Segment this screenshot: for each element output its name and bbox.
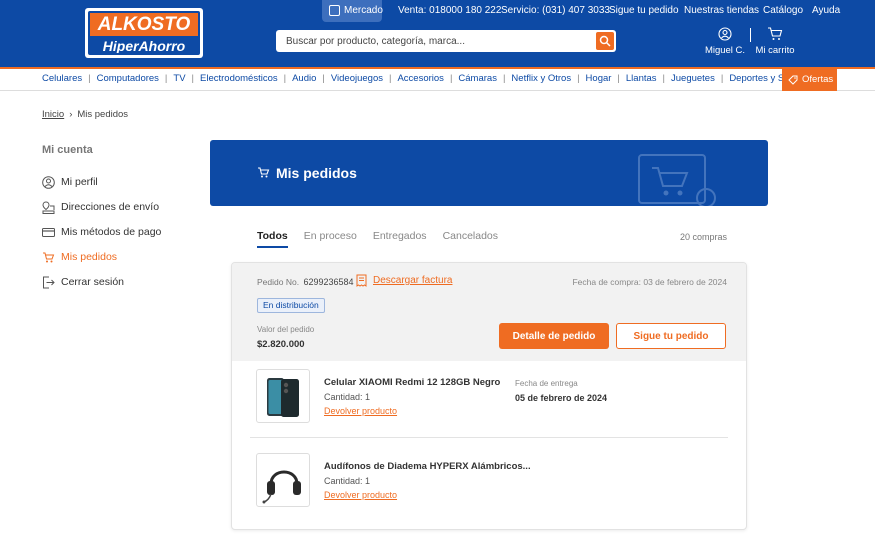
sidebar-item-label: Mi perfil <box>61 176 98 188</box>
delivery-date: 05 de febrero de 2024 <box>515 393 608 403</box>
sidebar-item-label: Cerrar sesión <box>61 276 125 288</box>
sidebar-item-label: Mis pedidos <box>61 251 118 263</box>
order-number: Pedido No. 6299236584 <box>257 277 354 287</box>
credit-card-icon <box>42 227 55 237</box>
category-computadores[interactable]: Computadores <box>97 73 159 84</box>
product-divider <box>250 437 728 438</box>
order-tabs: Todos En proceso Entregados Cancelados <box>257 230 514 248</box>
breadcrumb-current: Mis pedidos <box>77 109 129 120</box>
user-account-button[interactable]: Miguel C. <box>700 27 750 56</box>
category-llantas[interactable]: Llantas <box>626 73 657 84</box>
top-link-track-order[interactable]: Sigue tu pedido <box>609 0 679 22</box>
headphones-image-icon <box>262 470 301 504</box>
category-hogar[interactable]: Hogar <box>586 73 612 84</box>
top-link-catalog[interactable]: Catálogo <box>763 0 803 22</box>
mercado-tab[interactable]: Mercado <box>322 0 383 22</box>
breadcrumb: Inicio › Mis pedidos <box>42 109 128 120</box>
cart-illustration-icon <box>638 154 716 206</box>
download-invoice-label: Descargar factura <box>373 275 453 286</box>
mercado-label: Mercado <box>344 5 383 16</box>
order-number-value: 6299236584 <box>303 277 354 287</box>
top-link-sales-phone[interactable]: Venta: 018000 180 222 <box>398 0 501 22</box>
search-button[interactable] <box>596 32 614 50</box>
sidebar-title: Mi cuenta <box>42 144 93 156</box>
tag-icon <box>788 75 798 85</box>
orders-banner: Mis pedidos <box>210 140 768 206</box>
download-invoice-link[interactable]: Descargar factura <box>356 274 452 287</box>
order-detail-button[interactable]: Detalle de pedido <box>499 323 609 349</box>
order-number-label: Pedido No. <box>257 277 300 287</box>
purchase-date: Fecha de compra: 03 de febrero de 2024 <box>572 277 727 287</box>
top-link-stores[interactable]: Nuestras tiendas <box>684 0 759 22</box>
orders-icon <box>258 167 270 178</box>
return-product-link[interactable]: Devolver producto <box>324 406 397 416</box>
sidebar-item-addresses[interactable]: Direcciones de envío <box>42 198 192 216</box>
product-quantity: Cantidad: 1 <box>324 476 371 486</box>
product-image-headphones[interactable] <box>256 453 310 507</box>
search-input[interactable] <box>276 30 586 52</box>
top-header: ALKOSTO HiperAhorro Mercado Venta: 01800… <box>0 0 875 67</box>
category-jueguetes[interactable]: Jueguetes <box>671 73 715 84</box>
cart-label: Mi carrito <box>755 45 795 56</box>
order-card: Pedido No. 6299236584 Descargar factura … <box>231 262 747 530</box>
logout-icon <box>43 276 55 288</box>
order-card-header: Pedido No. 6299236584 Descargar factura … <box>232 263 746 361</box>
category-accesorios[interactable]: Accesorios <box>397 73 443 84</box>
sidebar-item-logout[interactable]: Cerrar sesión <box>42 273 192 291</box>
category-audio[interactable]: Audio <box>292 73 316 84</box>
user-name: Miguel C. <box>704 45 746 56</box>
category-celulares[interactable]: Celulares <box>42 73 82 84</box>
logo-top-text: ALKOSTO <box>90 13 198 36</box>
category-camaras[interactable]: Cámaras <box>458 73 497 84</box>
store-icon <box>329 5 340 16</box>
return-product-link[interactable]: Devolver producto <box>324 490 397 500</box>
top-link-help[interactable]: Ayuda <box>812 0 840 22</box>
order-value: $2.820.000 <box>257 339 305 350</box>
user-icon <box>42 175 55 189</box>
user-icon <box>718 27 732 41</box>
tab-cancelled[interactable]: Cancelados <box>443 230 498 248</box>
category-videojuegos[interactable]: Videojuegos <box>331 73 383 84</box>
invoice-icon <box>356 274 367 287</box>
ofertas-button[interactable]: Ofertas <box>782 69 837 91</box>
category-netflix[interactable]: Netflix y Otros <box>511 73 571 84</box>
sidebar-item-payment-methods[interactable]: Mis métodos de pago <box>42 223 192 241</box>
product-quantity: Cantidad: 1 <box>324 392 371 402</box>
logo-bottom-text: HiperAhorro <box>90 36 198 53</box>
sidebar-item-profile[interactable]: Mi perfil <box>42 173 192 191</box>
delivery-date-label: Fecha de entrega <box>515 379 578 388</box>
search-bar <box>276 30 616 52</box>
order-value-label: Valor del pedido <box>257 325 315 334</box>
cart-button[interactable]: Mi carrito <box>750 27 800 56</box>
sidebar-item-orders[interactable]: Mis pedidos <box>42 248 192 266</box>
tab-delivered[interactable]: Entregados <box>373 230 427 248</box>
order-product-item: Audífonos de Diadema HYPERX Alámbricos..… <box>232 445 746 525</box>
breadcrumb-separator: › <box>69 109 73 120</box>
category-tv[interactable]: TV <box>173 73 185 84</box>
order-product-item: Celular XIAOMI Redmi 12 128GB Negro Cant… <box>232 361 746 441</box>
tab-all[interactable]: Todos <box>257 230 288 248</box>
category-nav: Celulares | Computadores | TV | Electrodomé… <box>0 67 875 91</box>
page-title: Mis pedidos <box>276 165 357 181</box>
ofertas-label: Ofertas <box>802 74 834 85</box>
category-electrodomesticos[interactable]: Electrodomésticos <box>200 73 278 84</box>
status-badge: En distribución <box>257 298 325 313</box>
phone-image-icon <box>267 378 299 417</box>
map-pin-icon <box>42 200 55 214</box>
cart-icon <box>768 27 783 40</box>
top-link-service-phone[interactable]: Servicio: (031) 407 3033 <box>501 0 610 22</box>
track-order-button[interactable]: Sigue tu pedido <box>616 323 726 349</box>
breadcrumb-home[interactable]: Inicio <box>42 109 64 120</box>
product-name[interactable]: Audífonos de Diadema HYPERX Alámbricos..… <box>324 461 531 472</box>
search-icon <box>599 35 611 47</box>
product-name[interactable]: Celular XIAOMI Redmi 12 128GB Negro <box>324 377 500 388</box>
sidebar-item-label: Mis métodos de pago <box>61 226 162 238</box>
product-image-phone[interactable] <box>256 369 310 423</box>
orders-icon <box>43 252 55 262</box>
tab-in-process[interactable]: En proceso <box>304 230 357 248</box>
sidebar-item-label: Direcciones de envío <box>61 201 160 213</box>
alkosto-logo[interactable]: ALKOSTO HiperAhorro <box>85 8 203 58</box>
order-count: 20 compras <box>680 232 728 242</box>
